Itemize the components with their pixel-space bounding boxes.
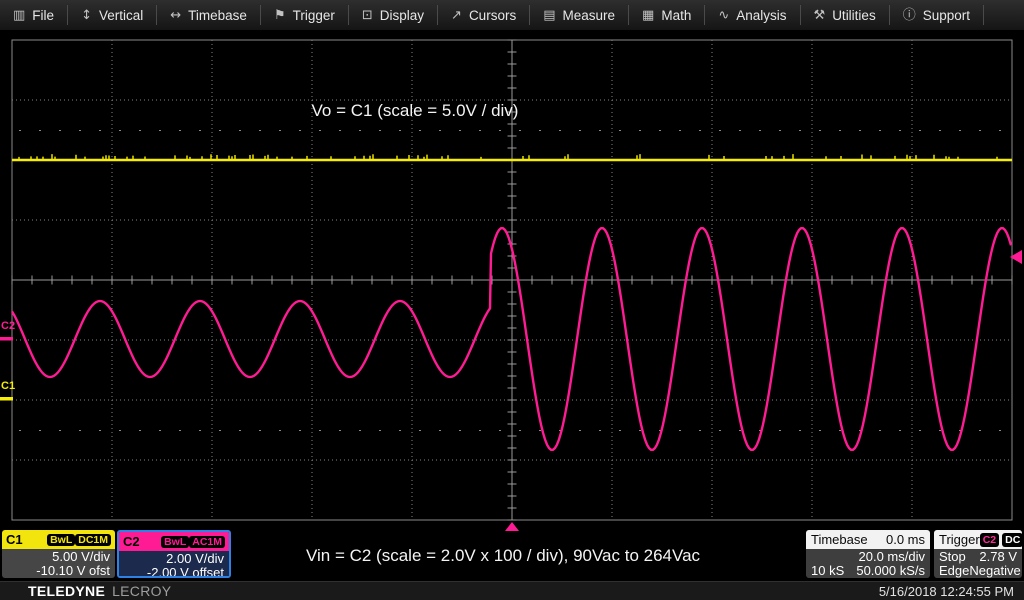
timebase-delay: 0.0 ms bbox=[886, 533, 925, 547]
annotation-vin: Vin = C2 (scale = 2.0V x 100 / div), 90V… bbox=[306, 546, 700, 566]
trigger-settings: Stop 2.78 V Edge Negative bbox=[934, 549, 1022, 578]
badge-c2: C2 bbox=[980, 533, 999, 547]
badge-dc: DC bbox=[1002, 533, 1022, 547]
trigger-title: Trigger bbox=[939, 533, 980, 547]
timebase-rate: 50.000 kS/s bbox=[856, 564, 925, 578]
timebase-samples: 10 kS bbox=[811, 564, 844, 578]
trigger-descriptor[interactable]: Trigger C2DC Stop 2.78 V Edge Negative bbox=[934, 530, 1022, 578]
trigger-slope: Negative bbox=[969, 564, 1020, 578]
oscilloscope-app: ▥ File ↕ Vertical ↔ Timebase ⚑ Trigger ⊡… bbox=[0, 0, 1024, 600]
c1-offset: -10.10 V ofst bbox=[7, 564, 110, 578]
c1-settings: 5.00 V/div -10.10 V ofst bbox=[2, 549, 115, 578]
status-bar: TELEDYNELECROY 5/16/2018 12:24:55 PM bbox=[0, 581, 1024, 600]
timebase-scale: 20.0 ms/div bbox=[859, 550, 925, 564]
timebase-title: Timebase bbox=[811, 533, 868, 547]
c2-zero-marker[interactable] bbox=[0, 337, 13, 341]
datetime-display: 5/16/2018 12:24:55 PM bbox=[879, 584, 1014, 599]
c1-zero-marker-label[interactable]: C1 bbox=[1, 381, 15, 392]
c2-label: C2 bbox=[123, 535, 140, 549]
annotation-vo: Vo = C1 (scale = 5.0V / div) bbox=[312, 101, 519, 121]
c2-header: C2 BwLAC1M bbox=[119, 532, 229, 551]
badge-bwl: BwL bbox=[161, 536, 189, 548]
c2-offset: -2.00 V offset bbox=[124, 566, 224, 578]
timebase-header: Timebase 0.0 ms bbox=[806, 530, 930, 549]
badge-bwl: BwL bbox=[47, 534, 75, 546]
trigger-mode: Stop bbox=[939, 550, 966, 564]
trigger-type: Edge bbox=[939, 564, 969, 578]
c1-label: C1 bbox=[6, 533, 23, 547]
c2-badges: BwLAC1M bbox=[161, 534, 225, 549]
c1-scale: 5.00 V/div bbox=[7, 550, 110, 564]
timebase-descriptor[interactable]: Timebase 0.0 ms 20.0 ms/div 10 kS 50.000… bbox=[806, 530, 930, 578]
channel-c1-descriptor[interactable]: C1 BwLDC1M 5.00 V/div -10.10 V ofst bbox=[2, 530, 115, 578]
trigger-level: 2.78 V bbox=[979, 550, 1017, 564]
c1-header: C1 BwLDC1M bbox=[2, 530, 115, 549]
channel-c2-descriptor[interactable]: C2 BwLAC1M 2.00 V/div -2.00 V offset bbox=[117, 530, 231, 578]
timebase-settings: 20.0 ms/div 10 kS 50.000 kS/s bbox=[806, 549, 930, 578]
trigger-time-marker[interactable] bbox=[505, 522, 519, 531]
c2-settings: 2.00 V/div -2.00 V offset bbox=[119, 551, 229, 578]
c1-zero-marker[interactable] bbox=[0, 397, 13, 401]
c1-trace-noise bbox=[19, 154, 997, 159]
oscilloscope-grid bbox=[0, 0, 1024, 600]
trigger-badges: C2DC bbox=[980, 533, 1022, 547]
trigger-header: Trigger C2DC bbox=[934, 530, 1022, 549]
teledyne-lecroy-logo: TELEDYNELECROY bbox=[28, 583, 171, 599]
c2-zero-marker-label[interactable]: C2 bbox=[1, 321, 15, 332]
badge-dc1m: DC1M bbox=[75, 534, 111, 546]
c2-scale: 2.00 V/div bbox=[124, 552, 224, 566]
c1-badges: BwLDC1M bbox=[47, 532, 111, 547]
badge-ac1m: AC1M bbox=[189, 536, 225, 548]
